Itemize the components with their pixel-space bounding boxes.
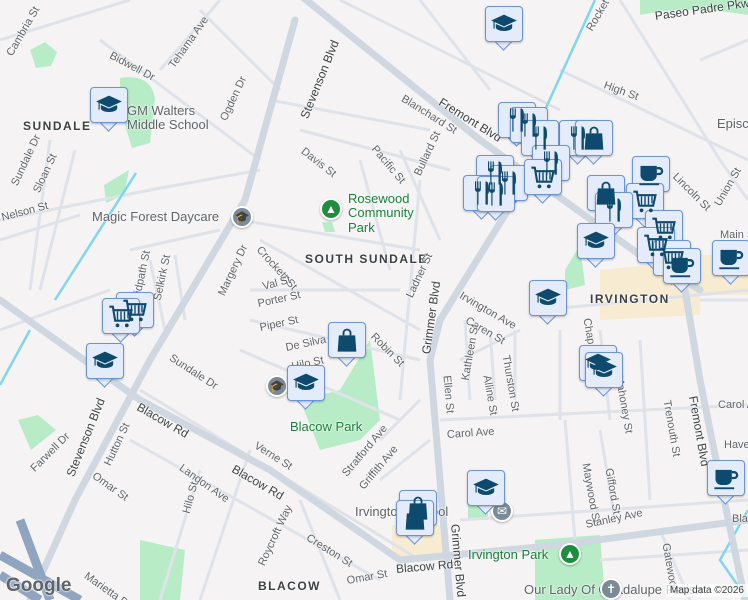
poi-label-walters[interactable]: GM Walters Middle School <box>127 103 222 133</box>
shopping-bag-icon <box>401 504 429 532</box>
shopping-bag-icon <box>333 326 361 354</box>
cart-icon <box>631 187 659 215</box>
school-pin-icon[interactable]: 🎓 <box>266 375 288 397</box>
neighborhood-label: SUNDALE <box>23 119 92 133</box>
restaurant-marker[interactable] <box>477 176 515 222</box>
coffee-cup-icon <box>717 244 745 272</box>
google-logo[interactable]: Google <box>6 576 71 595</box>
shopping-marker[interactable] <box>328 322 366 368</box>
fork-knife-icon <box>600 196 628 224</box>
graduation-cap-icon <box>91 347 119 375</box>
coffee-cup-icon <box>637 160 665 188</box>
coffee-cup-icon <box>668 252 696 280</box>
cafe-marker[interactable] <box>712 240 748 286</box>
poi-label-episcopal[interactable]: Episc <box>717 117 748 130</box>
school-marker[interactable] <box>577 223 615 269</box>
poi-label-rosewood[interactable]: Rosewood Community Park <box>348 191 428 235</box>
street-label: Carol A <box>718 399 748 411</box>
cart-icon <box>107 302 135 330</box>
street-label: Have <box>724 439 748 451</box>
graduation-cap-icon <box>472 474 500 502</box>
cart-icon <box>529 163 557 191</box>
shopping-marker[interactable] <box>396 500 434 546</box>
graduation-cap-icon <box>582 227 610 255</box>
coffee-cup-icon <box>712 464 740 492</box>
graduation-cap-icon <box>95 91 123 119</box>
school-marker[interactable] <box>467 470 505 516</box>
graduation-cap-icon <box>292 369 320 397</box>
school-marker[interactable] <box>585 352 623 398</box>
school-marker[interactable] <box>90 87 128 133</box>
park-pin-icon[interactable]: ▲ <box>320 198 342 220</box>
cafe-marker[interactable] <box>707 460 745 506</box>
map-canvas[interactable]: SUNDALE SOUTH SUNDALE IRVINGTON BLACOW G… <box>0 0 748 600</box>
street-label: Ellen St <box>440 374 456 414</box>
shopping-marker[interactable] <box>575 120 613 166</box>
school-marker[interactable] <box>86 343 124 389</box>
school-pin-icon[interactable]: 🎓 <box>231 206 253 228</box>
school-marker[interactable] <box>529 280 567 326</box>
neighborhood-label: SOUTH SUNDALE <box>305 252 428 266</box>
poi-label-irvington-park[interactable]: Irvington Park <box>468 548 548 561</box>
shopping-bag-icon <box>580 124 608 152</box>
school-marker[interactable] <box>485 6 523 52</box>
graduation-cap-icon <box>490 10 518 38</box>
poi-label-blacow-park[interactable]: Blacow Park <box>290 420 362 433</box>
school-marker[interactable] <box>287 365 325 411</box>
fork-knife-icon <box>526 124 554 152</box>
neighborhood-label: BLACOW <box>258 579 321 593</box>
cafe-marker[interactable] <box>663 248 701 294</box>
graduation-cap-icon <box>590 356 618 384</box>
graduation-cap-icon <box>534 284 562 312</box>
street-label: Bla <box>732 513 748 525</box>
map-attribution[interactable]: Map data ©2026 <box>665 584 748 597</box>
grocery-marker[interactable] <box>102 298 140 344</box>
grocery-marker[interactable] <box>524 159 562 205</box>
fork-knife-icon <box>482 180 510 208</box>
church-pin-icon[interactable]: ✝ <box>600 578 622 600</box>
neighborhood-label: IRVINGTON <box>590 292 670 306</box>
poi-label-magic-forest[interactable]: Magic Forest Daycare <box>92 210 219 223</box>
park-pin-icon[interactable]: ▲ <box>559 543 581 565</box>
